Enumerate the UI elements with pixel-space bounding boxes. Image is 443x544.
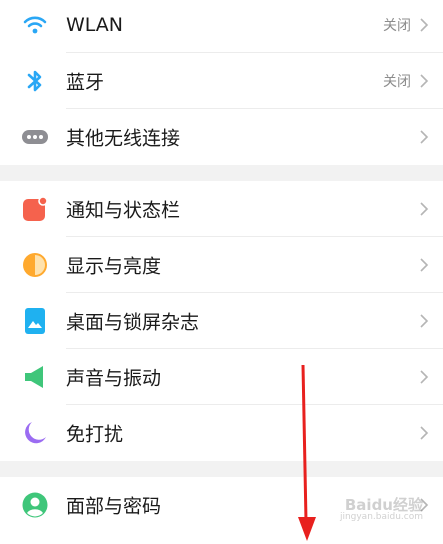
notification-icon xyxy=(22,196,48,222)
watermark-subtext: jingyan.baidu.com xyxy=(339,512,423,523)
bluetooth-icon xyxy=(22,68,48,94)
wifi-icon xyxy=(22,12,48,38)
setting-label: WLAN xyxy=(66,14,124,36)
setting-row-sound[interactable]: 声音与振动 xyxy=(0,349,443,405)
chevron-right-icon xyxy=(420,202,429,216)
face-lock-icon xyxy=(22,492,48,518)
wireless-group: WLAN 关闭 蓝牙 关闭 其他无线连接 xyxy=(0,0,443,165)
more-dots-icon xyxy=(22,124,48,150)
setting-label: 面部与密码 xyxy=(66,495,162,518)
setting-label: 显示与亮度 xyxy=(66,255,162,278)
setting-label: 免打扰 xyxy=(66,423,124,446)
chevron-right-icon xyxy=(420,18,429,32)
watermark-text: Baidu经验 xyxy=(344,495,423,514)
section-gap xyxy=(0,165,443,181)
setting-row-wallpaper[interactable]: 桌面与锁屏杂志 xyxy=(0,293,443,349)
setting-value: 关闭 xyxy=(383,18,411,34)
setting-label: 声音与振动 xyxy=(66,367,162,390)
wallpaper-icon xyxy=(22,308,48,334)
chevron-right-icon xyxy=(420,426,429,440)
chevron-right-icon xyxy=(420,130,429,144)
watermark: Baidu经验 jingyan.baidu.com xyxy=(339,495,423,523)
setting-row-other-wireless[interactable]: 其他无线连接 xyxy=(0,109,443,165)
setting-label: 蓝牙 xyxy=(66,71,105,94)
setting-value: 关闭 xyxy=(383,74,411,90)
chevron-right-icon xyxy=(420,258,429,272)
chevron-right-icon xyxy=(420,314,429,328)
setting-row-notification[interactable]: 通知与状态栏 xyxy=(0,181,443,237)
brightness-icon xyxy=(22,252,48,278)
setting-row-display[interactable]: 显示与亮度 xyxy=(0,237,443,293)
setting-label: 其他无线连接 xyxy=(66,127,181,150)
setting-row-wlan[interactable]: WLAN 关闭 xyxy=(0,0,443,53)
chevron-right-icon xyxy=(420,74,429,88)
moon-icon xyxy=(22,420,48,446)
setting-row-bluetooth[interactable]: 蓝牙 关闭 xyxy=(0,53,443,109)
setting-label: 桌面与锁屏杂志 xyxy=(66,311,200,334)
speaker-icon xyxy=(22,364,48,390)
section-gap xyxy=(0,461,443,477)
chevron-right-icon xyxy=(420,370,429,384)
setting-row-dnd[interactable]: 免打扰 xyxy=(0,405,443,461)
setting-label: 通知与状态栏 xyxy=(66,199,181,222)
display-sound-group: 通知与状态栏 显示与亮度 桌面与锁屏杂志 声音与振动 免打扰 xyxy=(0,181,443,461)
